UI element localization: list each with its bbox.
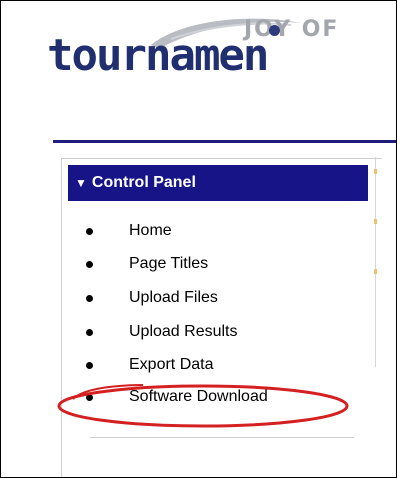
triangle-down-icon: ▼ [75,176,87,190]
menu-item-upload-files[interactable]: Upload Files [86,286,218,310]
logo[interactable]: tournamen [47,31,376,91]
menu-item-export-data[interactable]: Export Data [86,353,213,377]
menu-item-home[interactable]: Home [86,219,172,243]
control-panel-header[interactable]: ▼ Control Panel [68,165,368,201]
menu-item-label: Home [129,222,172,239]
bullet-icon [86,294,93,302]
header-divider [53,140,396,143]
menu-item-label: Upload Results [129,323,238,340]
menu-item-label: Upload Files [129,289,218,306]
page-frame: JOY OF tournamen ▼ Control Panel Home Pa… [0,0,397,478]
logo-text: tournamen [47,31,269,81]
bullet-icon [86,260,93,268]
menu-item-upload-results[interactable]: Upload Results [86,320,238,344]
menu-item-label: Page Titles [129,255,209,272]
bullet-icon [86,393,93,401]
bullet-icon [86,328,93,336]
control-panel: ▼ Control Panel Home Page Titles Upload … [61,158,382,477]
menu-item-label: Software Download [129,388,268,405]
panel-divider [90,437,354,438]
menu-item-page-titles[interactable]: Page Titles [86,252,208,276]
bullet-icon [86,361,93,369]
menu-item-label: Export Data [129,356,214,373]
bullet-icon [86,227,93,235]
control-panel-title: Control Panel [91,174,196,191]
menu-item-software-download[interactable]: Software Download [86,385,268,409]
